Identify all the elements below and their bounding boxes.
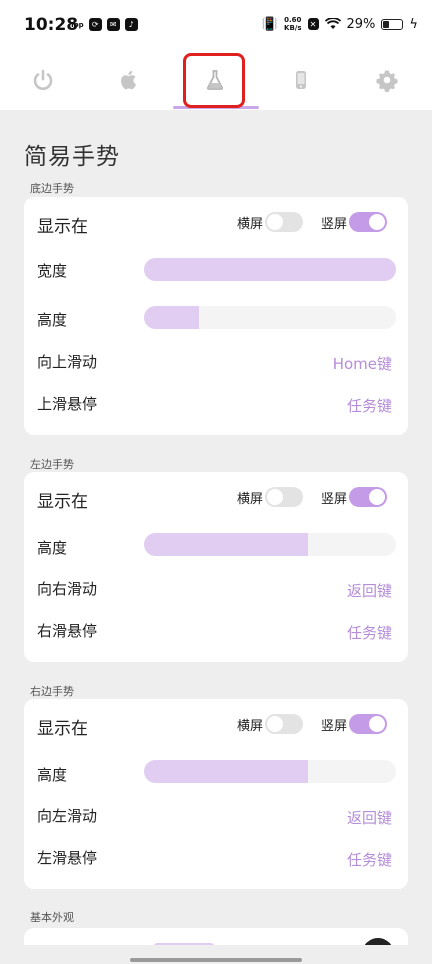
portrait-toggle[interactable] (349, 714, 387, 734)
wifi-icon (324, 18, 341, 29)
section-label-appearance: 基本外观 (30, 911, 74, 924)
toggle-knob (369, 716, 385, 732)
toggle-knob (369, 214, 385, 230)
toggle-knob (267, 489, 283, 505)
slider-fill (144, 533, 308, 556)
landscape-toggle[interactable] (265, 487, 303, 507)
height-label: 高度 (37, 766, 68, 784)
show-in-label: 显示在 (37, 492, 88, 512)
battery-percent: 29% (346, 16, 376, 32)
gear-icon (376, 70, 398, 92)
hover-left-label: 左滑悬停 (37, 849, 98, 867)
page-title: 简易手势 (24, 144, 120, 170)
section-label-left: 左边手势 (30, 458, 74, 471)
swipe-up-label: 向上滑动 (37, 353, 98, 371)
sim-icon: ✕ (307, 18, 319, 30)
landscape-label: 横屏 (237, 492, 264, 507)
power-icon (33, 69, 53, 90)
net-speed-unit: KB/s (284, 24, 302, 32)
sync-icon: ⟳ (88, 18, 102, 31)
tab-settings[interactable] (344, 52, 430, 108)
portrait-label: 竖屏 (321, 217, 348, 232)
home-indicator (130, 958, 302, 962)
hover-up-label: 上滑悬停 (37, 395, 98, 413)
swipe-left-action[interactable]: 返回键 (347, 807, 392, 828)
notification-icons: Top ⟳ ✉ ♪ (70, 18, 138, 31)
card-left-gesture: 显示在 横屏 竖屏 高度 向右滑动 返回键 右滑悬停 任务键 (24, 472, 408, 662)
toggle-knob (267, 716, 283, 732)
portrait-toggle[interactable] (349, 487, 387, 507)
landscape-label: 横屏 (237, 719, 264, 734)
mail-icon: ✉ (106, 18, 120, 31)
show-in-label: 显示在 (37, 719, 88, 739)
width-slider[interactable] (144, 258, 396, 281)
height-label: 高度 (37, 311, 68, 329)
portrait-toggle[interactable] (349, 212, 387, 232)
section-label-bottom: 底边手势 (30, 182, 74, 195)
highlight-box (183, 53, 245, 108)
net-speed: 0.60 KB/s (284, 16, 301, 32)
tiktok-icon: ♪ (124, 18, 138, 31)
card-bottom-gesture: 显示在 横屏 竖屏 宽度 高度 向上滑动 Home键 上滑悬停 任务键 (24, 197, 408, 435)
section-label-right: 右边手势 (30, 685, 74, 698)
card-appearance (24, 928, 408, 945)
slider-fill (144, 258, 396, 281)
card-right-gesture: 显示在 横屏 竖屏 高度 向左滑动 返回键 左滑悬停 任务键 (24, 699, 408, 889)
swipe-right-label: 向右滑动 (37, 580, 98, 598)
vibrate-icon: 📳 (261, 16, 279, 32)
height-slider[interactable] (144, 760, 396, 783)
swipe-right-action[interactable]: 返回键 (347, 580, 392, 601)
slider-fill (144, 306, 200, 329)
swipe-up-action[interactable]: Home键 (333, 353, 392, 374)
status-bar: 10:28 Top ⟳ ✉ ♪ 📳 0.60 KB/s ✕ 29% ϟ (0, 0, 432, 52)
color-swatch[interactable] (362, 938, 394, 945)
top-tag: Top (70, 20, 84, 29)
charging-icon: ϟ (409, 16, 418, 32)
tab-apple[interactable] (86, 52, 172, 108)
swipe-left-label: 向左滑动 (37, 807, 98, 825)
hover-right-label: 右滑悬停 (37, 622, 98, 640)
hover-right-action[interactable]: 任务键 (347, 622, 392, 643)
toggle-knob (369, 489, 385, 505)
height-label: 高度 (37, 539, 68, 557)
height-slider[interactable] (144, 306, 396, 329)
status-right: 📳 0.60 KB/s ✕ 29% ϟ (262, 16, 418, 32)
appearance-slider-fill[interactable] (154, 943, 214, 945)
tab-power[interactable] (0, 52, 86, 108)
battery-icon (381, 18, 404, 30)
landscape-label: 横屏 (237, 217, 264, 232)
hover-up-action[interactable]: 任务键 (347, 395, 392, 416)
tab-phone[interactable] (258, 52, 344, 108)
landscape-toggle[interactable] (265, 714, 303, 734)
height-slider[interactable] (144, 533, 396, 556)
show-in-label: 显示在 (37, 217, 88, 237)
toggle-knob (267, 214, 283, 230)
portrait-label: 竖屏 (321, 492, 348, 507)
net-speed-value: 0.60 (284, 16, 302, 24)
apple-icon (121, 70, 136, 90)
portrait-label: 竖屏 (321, 719, 348, 734)
landscape-toggle[interactable] (265, 212, 303, 232)
slider-fill (144, 760, 308, 783)
hover-left-action[interactable]: 任务键 (347, 849, 392, 870)
width-label: 宽度 (37, 262, 68, 280)
phone-icon (296, 71, 306, 89)
